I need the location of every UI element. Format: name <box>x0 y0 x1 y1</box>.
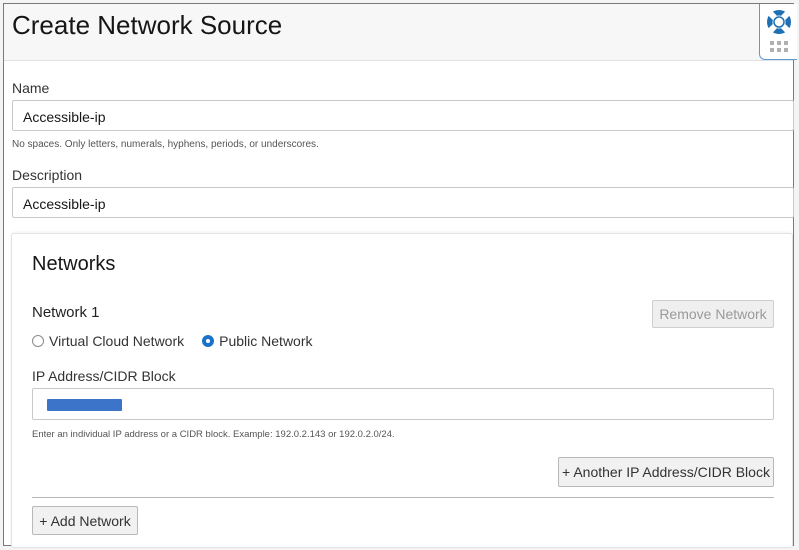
dialog-header: Create Network Source <box>4 4 797 61</box>
help-widget[interactable] <box>759 4 797 60</box>
radio-label-virtual-cloud-network[interactable]: Virtual Cloud Network <box>49 333 184 349</box>
radio-label-public-network[interactable]: Public Network <box>219 333 312 349</box>
create-network-source-dialog: Create Network Source Name Accessible-ip… <box>3 3 797 548</box>
radio-public-network[interactable] <box>202 335 215 347</box>
networks-panel: Networks Network 1 Remove Network Virtua… <box>11 233 793 548</box>
grid-dots-icon[interactable] <box>770 41 788 52</box>
name-label: Name <box>12 80 50 96</box>
networks-title: Networks <box>32 253 116 275</box>
lifebuoy-icon[interactable] <box>765 8 793 36</box>
name-hint: No spaces. Only letters, numerals, hyphe… <box>12 139 319 150</box>
name-input[interactable]: Accessible-ip <box>12 100 794 131</box>
remove-network-button[interactable]: Remove Network <box>652 300 774 328</box>
ip-address-label: IP Address/CIDR Block <box>32 368 176 384</box>
description-input[interactable]: Accessible-ip <box>12 187 794 218</box>
redacted-ip-value <box>47 399 122 411</box>
description-label: Description <box>12 167 83 183</box>
networks-divider <box>32 497 774 498</box>
page-title: Create Network Source <box>12 10 283 40</box>
network-1-title: Network 1 <box>32 304 100 321</box>
ip-address-hint: Enter an individual IP address or a CIDR… <box>32 429 395 440</box>
network-type-radio-group: Virtual Cloud Network Public Network <box>32 333 331 349</box>
add-network-button[interactable]: + Add Network <box>32 506 138 535</box>
radio-virtual-cloud-network[interactable] <box>32 335 44 347</box>
ip-address-input[interactable] <box>32 388 774 420</box>
add-ip-cidr-button[interactable]: + Another IP Address/CIDR Block <box>558 457 774 487</box>
